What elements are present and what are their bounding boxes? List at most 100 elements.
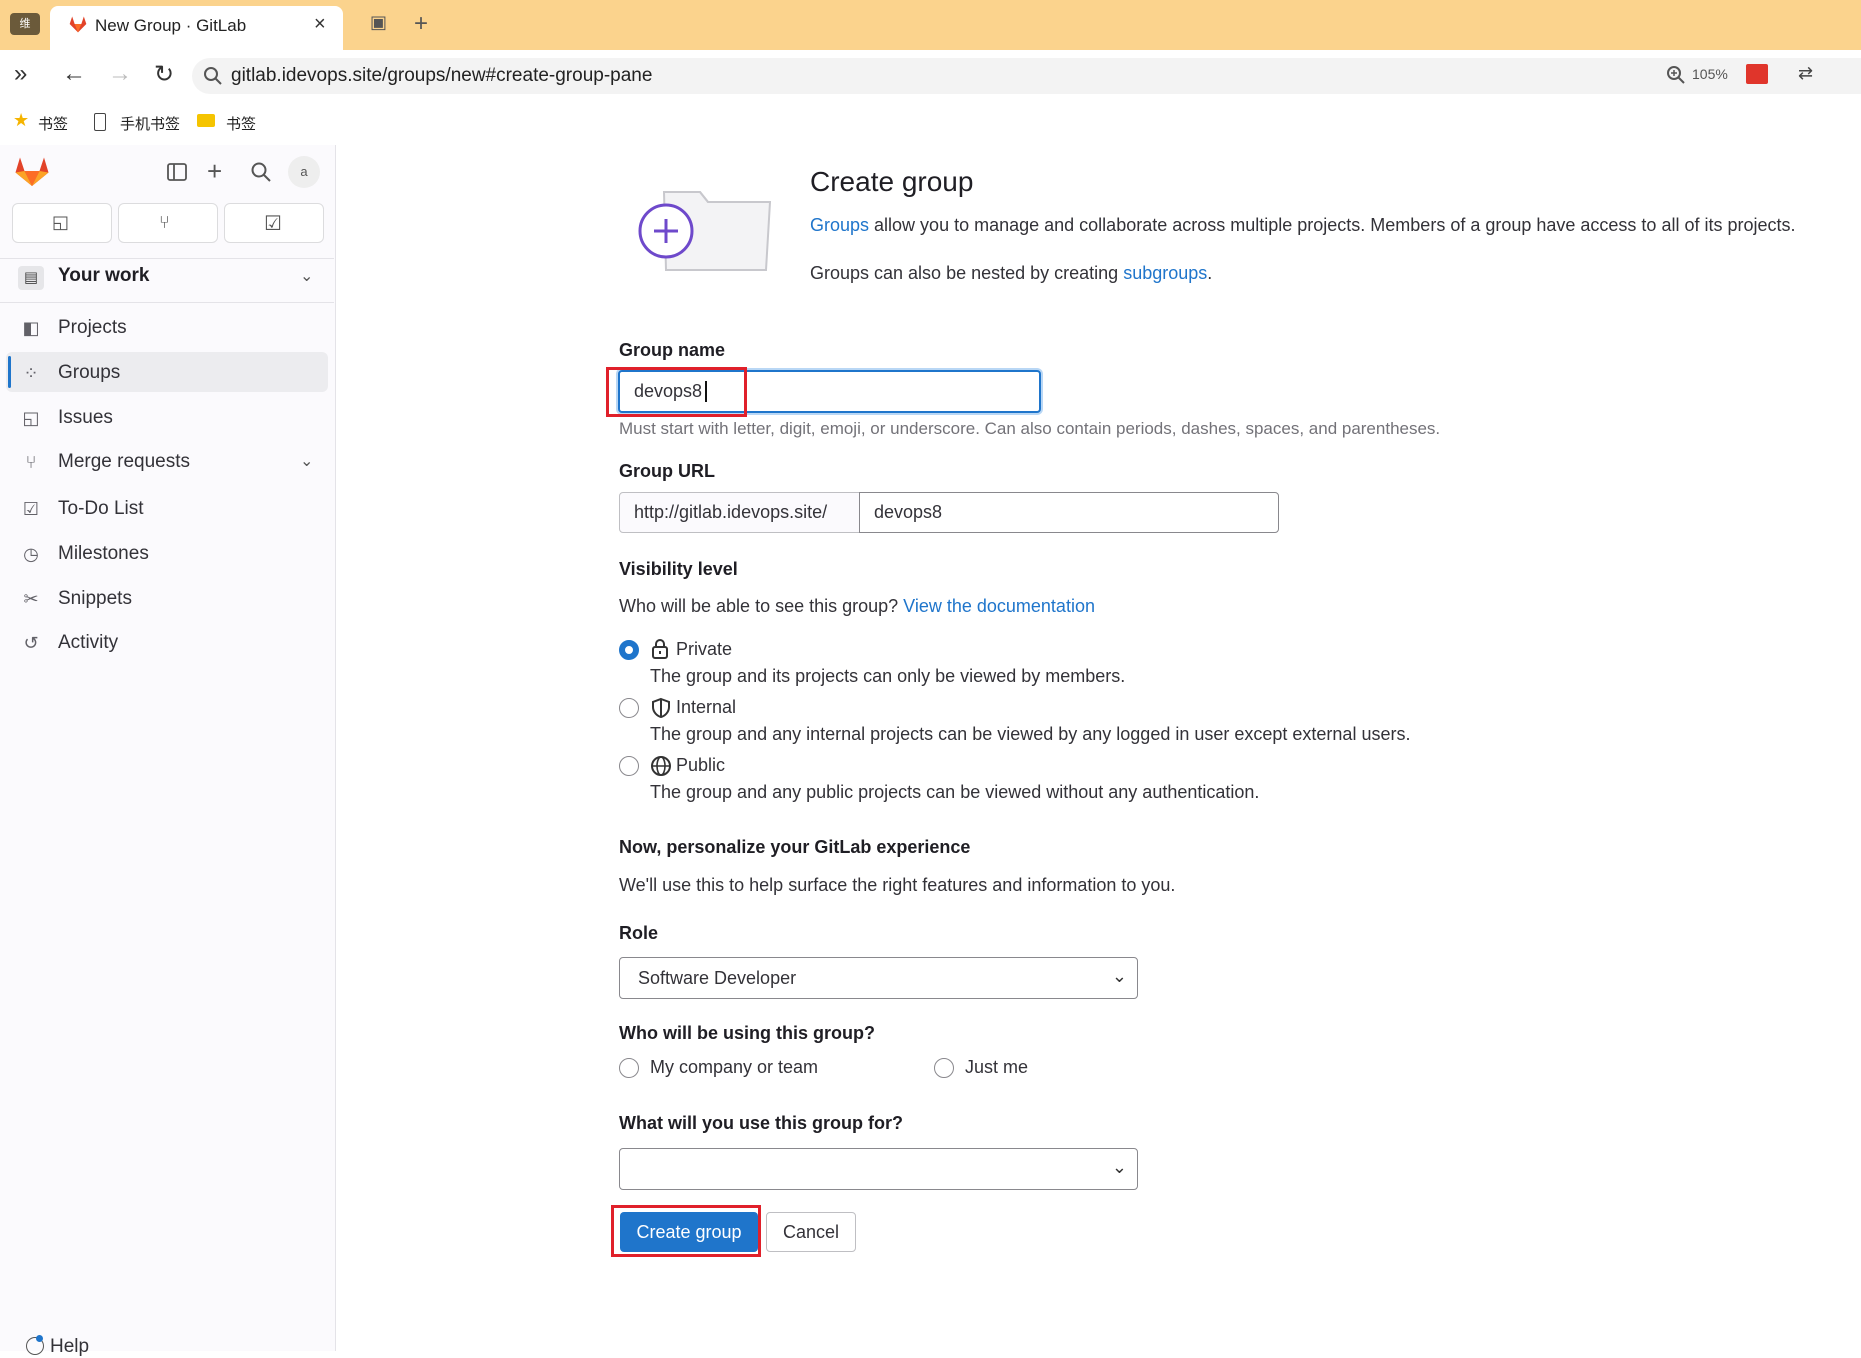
merge-request-icon: ⑂ [25,452,37,472]
sidebar-item-todo[interactable]: To-Do List [58,498,144,520]
group-name-label: Group name [619,340,726,360]
use-label: What will you use this group for? [619,1113,903,1133]
history-icon: ↺ [23,633,39,653]
sidebar-active-indicator [8,356,11,388]
group-url-prefix: http://gitlab.idevops.site/ [619,492,860,533]
merge-requests-chevron-icon[interactable]: ⌄ [300,451,313,471]
visibility-private-desc: The group and its projects can only be v… [650,666,1126,686]
group-name-help: Must start with letter, digit, emoji, or… [619,419,1441,438]
header-description-1: Groups allow you to manage and collabora… [810,215,1796,236]
todo-small-icon: ☑ [264,213,282,235]
sidebar-active-highlight [6,352,328,392]
bookmarks-bar [0,100,1861,145]
snippet-icon: ✂ [23,589,39,609]
milestone-icon: ◷ [23,544,39,564]
use-chevron-down-icon: ⌄ [1111,1157,1127,1177]
forward-icon[interactable]: → [108,60,132,88]
help-label[interactable]: Help [50,1336,89,1358]
who-just-me-label[interactable]: Just me [965,1057,1028,1078]
bookmark-1[interactable]: 书签 [38,113,68,134]
group-icon: ⁘ [23,363,39,383]
merge-request-small-icon: ⑂ [159,212,170,232]
left-sidebar [0,145,336,1351]
sidebar-item-snippets[interactable]: Snippets [58,588,132,610]
personalize-desc: We'll use this to help surface the right… [619,875,1176,895]
briefcase-icon: ▤ [18,266,44,290]
url-text: gitlab.idevops.site/groups/new#create-gr… [231,65,653,86]
sidebar-item-issues[interactable]: Issues [58,407,113,429]
phone-icon [94,113,106,131]
cancel-button[interactable]: Cancel [766,1212,856,1252]
role-select[interactable]: Software Developer ⌄ [619,957,1138,999]
avatar[interactable]: a [288,156,320,188]
gitlab-tab-icon [69,16,87,33]
visibility-internal-desc: The group and any internal projects can … [650,724,1411,744]
sidebar-divider-2 [0,302,334,303]
your-work-title[interactable]: Your work [58,265,150,287]
visibility-public-radio[interactable] [619,756,639,776]
sidebar-item-milestones[interactable]: Milestones [58,543,149,565]
page-title: Create group [810,166,974,197]
groups-link[interactable]: Groups [810,215,869,235]
header-description-1-text: allow you to manage and collaborate acro… [869,215,1796,235]
issues-small-icon: ◱ [52,212,70,232]
visibility-label: Visibility level [619,559,738,579]
sidebar-item-merge-requests[interactable]: Merge requests [58,451,190,473]
sidebar-item-projects[interactable]: Projects [58,317,127,339]
group-url-input[interactable]: devops8 [859,492,1279,533]
use-select[interactable]: ⌄ [619,1148,1138,1190]
visibility-public-label[interactable]: Public [676,755,725,776]
who-just-me-radio[interactable] [934,1058,954,1078]
zoom-level: 105% [1692,66,1728,82]
visibility-public-desc: The group and any public projects can be… [650,782,1260,802]
back-icon[interactable]: ← [62,60,86,88]
lock-icon [652,639,668,659]
sidebar-collapse-icon[interactable] [166,161,188,183]
sidebar-search-icon[interactable] [250,161,272,183]
translate-icon[interactable]: ⇄ [1798,63,1813,84]
zoom-icon[interactable] [1666,65,1686,85]
visibility-private-radio[interactable] [619,640,639,660]
personalize-title: Now, personalize your GitLab experience [619,837,971,857]
visibility-question-text: Who will be able to see this group? [619,596,904,616]
globe-icon [651,756,671,776]
sidebar-expand-icon[interactable]: » [14,60,27,88]
chevron-down-icon[interactable]: ⌄ [300,266,313,286]
sidebar-item-activity[interactable]: Activity [58,632,118,654]
gitlab-logo-icon[interactable] [14,154,50,188]
new-tab-icon[interactable]: + [414,10,428,38]
group-url-label: Group URL [619,461,715,481]
sidebar-divider [0,258,334,259]
tab-title: New Group · GitLab [95,16,247,35]
search-icon [204,67,222,85]
issues-icon: ◱ [22,408,40,428]
role-select-value: Software Developer [638,968,797,988]
extension-icon[interactable] [1746,64,1768,84]
visibility-question: Who will be able to see this group? View… [619,596,1095,617]
who-company-radio[interactable] [619,1058,639,1078]
highlight-box-create-button [611,1205,761,1257]
bookmark-2[interactable]: 手机书签 [120,113,180,134]
subgroups-link[interactable]: subgroups [1123,263,1207,283]
visibility-private-label[interactable]: Private [676,639,732,660]
role-label: Role [619,923,659,943]
visibility-internal-radio[interactable] [619,698,639,718]
view-documentation-link[interactable]: View the documentation [903,596,1095,616]
project-icon: ◧ [22,318,40,338]
header-description-2-text: Groups can also be nested by creating [810,263,1124,283]
create-new-icon[interactable]: + [207,156,222,187]
folder-illustration-icon [638,191,772,271]
who-company-label[interactable]: My company or team [650,1057,818,1078]
reload-icon[interactable]: ↻ [154,60,174,89]
bookmark-3[interactable]: 书签 [226,113,256,134]
header-description-2: Groups can also be nested by creating su… [810,263,1212,284]
sidebar-item-groups[interactable]: Groups [58,362,120,384]
who-label: Who will be using this group? [619,1023,875,1043]
tab-close-icon[interactable]: × [314,13,326,36]
folder-icon [197,114,215,127]
help-notification-dot [36,1335,43,1342]
sidebar-toggle-icon[interactable]: 维 [10,13,40,35]
tab-groups-icon[interactable]: ▣ [370,12,387,33]
star-icon: ★ [13,110,30,130]
visibility-internal-label[interactable]: Internal [676,697,736,718]
